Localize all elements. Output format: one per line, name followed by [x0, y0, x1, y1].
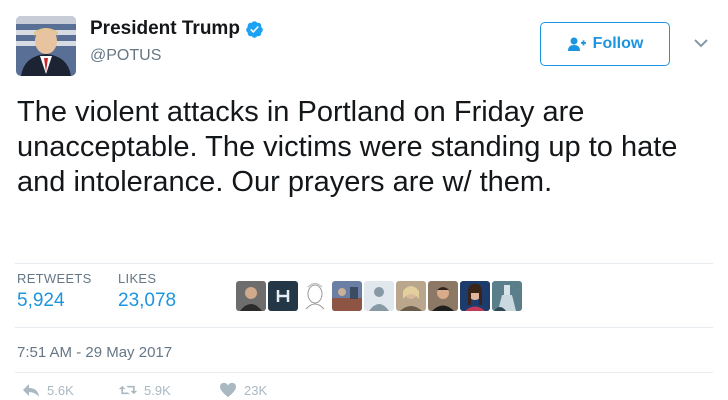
- liker-avatar[interactable]: [236, 281, 266, 311]
- retweets-value[interactable]: 5,924: [17, 290, 92, 312]
- likes-label: LIKES: [118, 271, 157, 286]
- tweet-text: The violent attacks in Portland on Frida…: [17, 96, 678, 198]
- liker-avatar[interactable]: [332, 281, 362, 311]
- liker-avatar[interactable]: [460, 281, 490, 311]
- liker-avatar[interactable]: [300, 281, 330, 311]
- verified-badge-icon: [246, 20, 263, 38]
- liker-avatar[interactable]: [364, 281, 394, 311]
- divider: [15, 372, 713, 373]
- add-user-icon: [567, 37, 586, 51]
- follow-button[interactable]: Follow: [540, 22, 670, 66]
- liker-avatar[interactable]: [492, 281, 522, 311]
- display-name[interactable]: President Trump: [90, 18, 264, 40]
- retweet-count: 5.9K: [144, 382, 171, 398]
- reply-button[interactable]: 5.6K: [21, 382, 74, 398]
- retweet-button[interactable]: 5.9K: [118, 382, 171, 398]
- divider: [15, 263, 713, 264]
- follow-button-label: Follow: [592, 35, 644, 52]
- retweets-stat[interactable]: RETWEETS 5,924: [17, 271, 92, 312]
- retweet-icon: [118, 385, 138, 395]
- like-count: 23K: [244, 382, 268, 398]
- reply-count: 5.6K: [47, 382, 74, 398]
- liker-avatar[interactable]: [268, 281, 298, 311]
- likes-stat[interactable]: LIKES 23,078: [118, 271, 176, 312]
- divider: [15, 327, 713, 328]
- avatar[interactable]: [16, 16, 76, 76]
- liked-by-avatars: [236, 281, 522, 311]
- like-button[interactable]: 23K: [218, 382, 267, 398]
- display-name-text[interactable]: President Trump: [90, 18, 240, 40]
- reply-icon: [23, 384, 39, 397]
- liker-avatar[interactable]: [428, 281, 458, 311]
- likes-value[interactable]: 23,078: [118, 290, 176, 312]
- heart-icon: [220, 382, 236, 398]
- user-handle[interactable]: @POTUS: [90, 47, 161, 65]
- chevron-down-icon[interactable]: [693, 35, 709, 51]
- tweet-timestamp[interactable]: 7:51 AM - 29 May 2017: [17, 344, 172, 361]
- liker-avatar[interactable]: [396, 281, 426, 311]
- retweets-label: RETWEETS: [17, 271, 92, 286]
